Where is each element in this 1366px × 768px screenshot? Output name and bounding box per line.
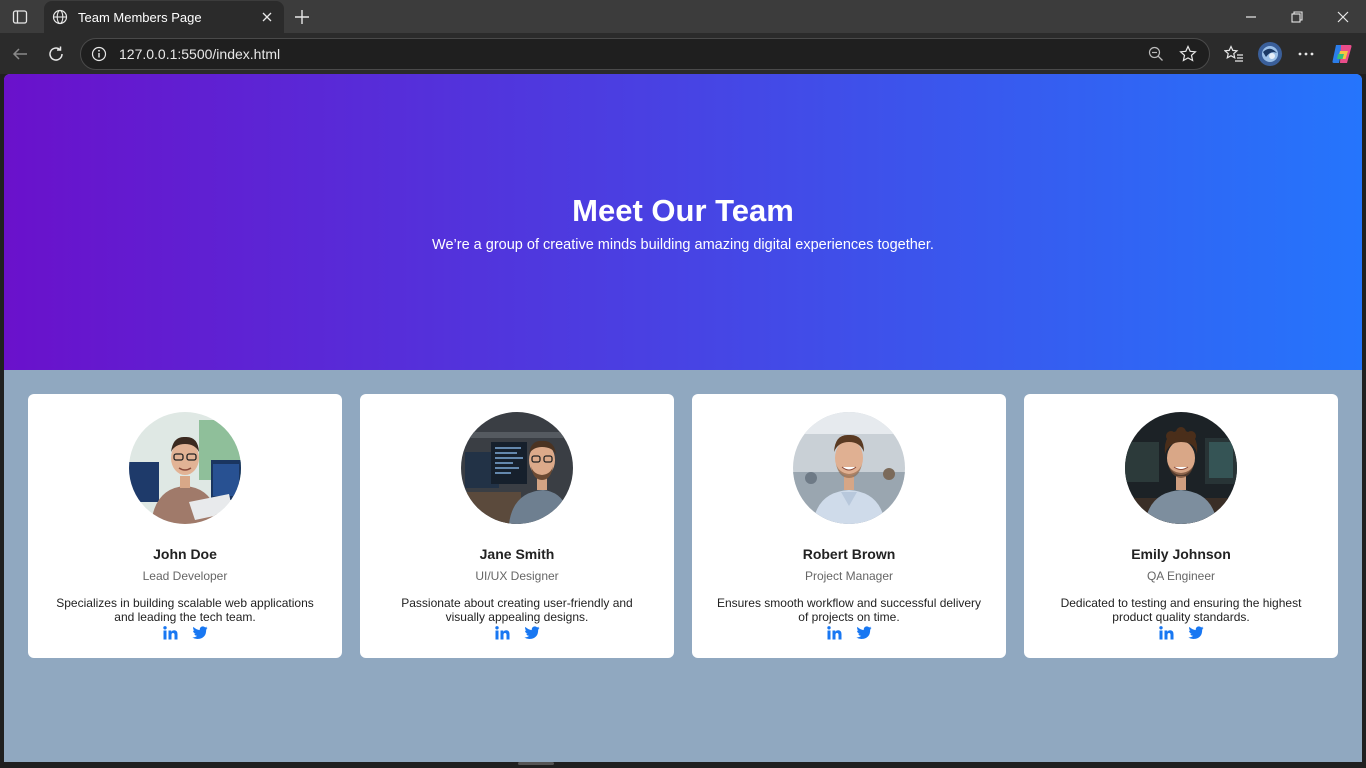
restore-icon[interactable] <box>1283 4 1311 30</box>
team-card: Robert Brown Project Manager Ensures smo… <box>692 394 1006 658</box>
member-name: Jane Smith <box>479 546 555 562</box>
zoom-out-icon[interactable] <box>1145 43 1167 65</box>
refresh-icon[interactable] <box>42 40 70 68</box>
favorites-icon[interactable] <box>1220 40 1248 68</box>
linkedin-icon[interactable] <box>1158 625 1174 641</box>
team-card: Jane Smith UI/UX Designer Passionate abo… <box>360 394 674 658</box>
member-name: Robert Brown <box>802 546 896 562</box>
page-subtitle: We’re a group of creative minds building… <box>432 237 934 253</box>
avatar <box>129 412 241 524</box>
info-icon[interactable] <box>91 46 107 62</box>
globe-icon <box>52 9 68 25</box>
avatar <box>793 412 905 524</box>
hero-banner: Meet Our Team We’re a group of creative … <box>4 74 1362 370</box>
linkedin-icon[interactable] <box>826 625 842 641</box>
browser-toolbar: 127.0.0.1:5500/index.html <box>0 33 1366 74</box>
member-role: Project Manager <box>804 569 894 583</box>
window-close-icon[interactable] <box>1329 4 1357 30</box>
copilot-icon[interactable] <box>1328 40 1356 68</box>
minimize-icon[interactable] <box>1237 4 1265 30</box>
back-icon[interactable] <box>6 40 34 68</box>
profile-icon[interactable] <box>1256 40 1284 68</box>
twitter-icon[interactable] <box>1188 625 1204 641</box>
star-icon[interactable] <box>1177 43 1199 65</box>
linkedin-icon[interactable] <box>162 625 178 641</box>
member-description: Passionate about creating user-friendly … <box>401 596 633 624</box>
twitter-icon[interactable] <box>192 625 208 641</box>
tab-team-members[interactable]: Team Members Page <box>44 1 284 33</box>
social-links <box>494 625 540 641</box>
more-icon[interactable] <box>1292 40 1320 68</box>
browser-titlebar: Team Members Page <box>0 0 1366 33</box>
scrollbar-thumb[interactable] <box>518 762 554 765</box>
url-text: 127.0.0.1:5500/index.html <box>119 46 281 62</box>
member-description: Ensures smooth workflow and successful d… <box>716 596 982 624</box>
team-card: John Doe Lead Developer Specializes in b… <box>28 394 342 658</box>
member-role: Lead Developer <box>142 569 228 583</box>
avatar <box>461 412 573 524</box>
tab-title: Team Members Page <box>78 9 202 25</box>
linkedin-icon[interactable] <box>494 625 510 641</box>
sidebar-icon[interactable] <box>10 7 30 27</box>
member-description: Specializes in building scalable web app… <box>56 596 314 624</box>
member-role: UI/UX Designer <box>475 569 559 583</box>
twitter-icon[interactable] <box>856 625 872 641</box>
team-grid: John Doe Lead Developer Specializes in b… <box>28 394 1338 658</box>
page-title: Meet Our Team <box>572 193 794 228</box>
avatar <box>1125 412 1237 524</box>
address-bar[interactable]: 127.0.0.1:5500/index.html <box>80 38 1210 70</box>
social-links <box>1158 625 1204 641</box>
plus-icon[interactable] <box>290 5 314 29</box>
member-role: QA Engineer <box>1146 569 1216 583</box>
member-description: Dedicated to testing and ensuring the hi… <box>1060 596 1302 624</box>
member-name: Emily Johnson <box>1131 546 1231 562</box>
social-links <box>826 625 872 641</box>
page-viewport: Meet Our Team We’re a group of creative … <box>4 74 1362 762</box>
team-card: Emily Johnson QA Engineer Dedicated to t… <box>1024 394 1338 658</box>
member-name: John Doe <box>153 546 217 562</box>
social-links <box>162 625 208 641</box>
twitter-icon[interactable] <box>524 625 540 641</box>
close-icon[interactable] <box>258 8 276 26</box>
